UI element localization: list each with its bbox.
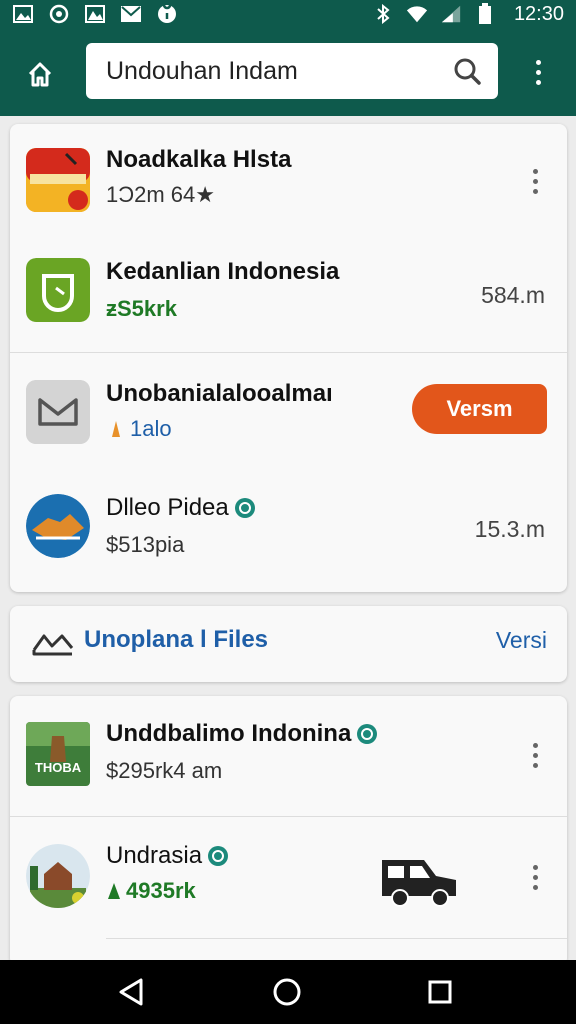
search-icon[interactable] bbox=[452, 56, 482, 86]
files-card[interactable]: Unoplana l Files Versi bbox=[10, 606, 567, 682]
home-circle-icon bbox=[273, 978, 301, 1006]
app-title: Undrasia bbox=[106, 842, 229, 870]
app-subtitle: $513pia bbox=[106, 532, 185, 557]
item-more-button[interactable] bbox=[525, 738, 545, 772]
app-subtitle: 4935rk bbox=[106, 878, 196, 904]
verified-icon bbox=[234, 498, 255, 518]
files-link[interactable]: Unoplana l Files bbox=[84, 626, 268, 654]
app-size: 15.3.m bbox=[474, 516, 545, 542]
verified-icon bbox=[357, 724, 378, 744]
recents-button[interactable] bbox=[422, 974, 458, 1010]
signal-icon bbox=[440, 4, 462, 24]
home-button[interactable] bbox=[22, 56, 58, 92]
recents-icon bbox=[428, 980, 452, 1004]
car-icon bbox=[380, 848, 460, 908]
divider bbox=[106, 938, 567, 939]
back-button[interactable] bbox=[114, 974, 150, 1010]
install-button[interactable]: Versm bbox=[412, 384, 547, 434]
mail-icon bbox=[120, 4, 142, 24]
files-icon bbox=[32, 626, 76, 660]
app-icon bbox=[26, 148, 90, 212]
chat-icon bbox=[48, 4, 70, 24]
list-item[interactable]: Noadkalka Hlsta 1Ͻ2m 64★ bbox=[10, 124, 567, 240]
rank-icon bbox=[108, 883, 120, 899]
list-item[interactable]: Undrasia 4935rk bbox=[10, 818, 567, 934]
status-time: 12:30 bbox=[513, 2, 564, 25]
app-icon bbox=[26, 844, 90, 908]
search-input[interactable]: Undouhan Indam bbox=[106, 57, 452, 86]
app-bar: Undouhan Indam bbox=[0, 28, 576, 116]
app-subtitle: 1alo bbox=[106, 416, 172, 442]
gallery-icon bbox=[12, 4, 34, 24]
app-subtitle: 1Ͻ2m 64★ bbox=[106, 182, 215, 207]
app-icon bbox=[26, 494, 90, 558]
app-icon bbox=[26, 258, 90, 322]
home-nav-button[interactable] bbox=[269, 974, 305, 1010]
battery-icon bbox=[474, 3, 496, 24]
home-icon bbox=[28, 62, 52, 87]
app-title: Unobanialalooalmaı bbox=[106, 380, 333, 407]
verified-icon bbox=[208, 846, 229, 866]
list-item[interactable]: THOBA Unddbalimo Indonina $295rk4 am bbox=[10, 696, 567, 812]
divider bbox=[10, 352, 567, 353]
navigation-bar bbox=[0, 960, 576, 1024]
more-options-button[interactable] bbox=[526, 54, 550, 90]
item-more-button[interactable] bbox=[525, 860, 545, 894]
files-version[interactable]: Versi bbox=[496, 627, 547, 654]
app-title: Kedanlian Indonesia bbox=[106, 258, 340, 285]
app-subtitle: $295rk4 am bbox=[106, 758, 223, 783]
location-icon bbox=[156, 4, 178, 24]
gallery-icon bbox=[84, 4, 106, 24]
list-item[interactable]: Dlleo Pidea $513pia 15.3.m bbox=[10, 472, 567, 588]
search-bar[interactable]: Undouhan Indam bbox=[86, 43, 498, 99]
status-bar: 12:30 bbox=[0, 0, 576, 28]
rank-icon bbox=[112, 421, 120, 437]
app-icon-text: THOBA bbox=[35, 760, 82, 775]
back-icon bbox=[119, 978, 143, 1006]
app-size: 584.m bbox=[481, 282, 545, 308]
app-icon: THOBA bbox=[26, 722, 90, 786]
list-item[interactable]: Unobanialalooalmaı 1alo Versm bbox=[10, 354, 567, 470]
results-card: Noadkalka Hlsta 1Ͻ2m 64★ Kedanlian Indon… bbox=[10, 124, 567, 592]
bluetooth-icon bbox=[372, 4, 394, 24]
wifi-icon bbox=[406, 4, 428, 24]
app-subtitle: ƶS5krk bbox=[106, 296, 177, 321]
divider bbox=[10, 816, 567, 817]
app-title: Noadkalka Hlsta bbox=[106, 146, 292, 173]
list-item[interactable]: Kedanlian Indonesia ƶS5krk 584.m bbox=[10, 240, 567, 356]
results-card: THOBA Unddbalimo Indonina $295rk4 am Und… bbox=[10, 696, 567, 966]
app-title: Unddbalimo Indonina bbox=[106, 720, 378, 748]
item-more-button[interactable] bbox=[525, 164, 545, 198]
app-icon bbox=[26, 380, 90, 444]
app-title: Dlleo Pidea bbox=[106, 494, 255, 522]
